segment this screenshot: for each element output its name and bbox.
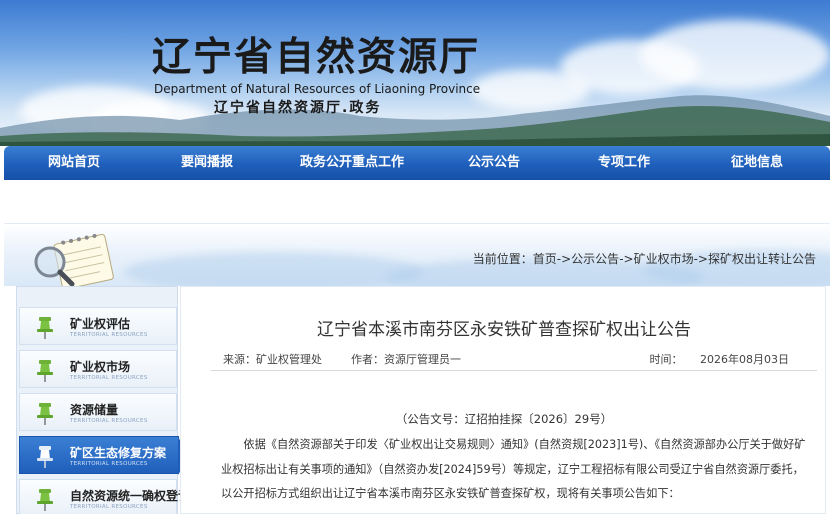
sidebar-item-sublabel: TERRITORIAL RESOURCES	[70, 332, 148, 338]
article-source: 来源：矿业权管理处	[223, 353, 322, 366]
article-paragraph: 依据《自然资源部关于印发〈矿业权出让交易规则〉通知》(自然资规[2023]1号)…	[221, 438, 806, 500]
main-nav: 网站首页 要闻播报 政务公开重点工作 公示公告 专项工作 征地信息	[4, 146, 830, 180]
article-time-value: 2026年08月03日	[700, 353, 789, 366]
breadcrumb-mining-market[interactable]: 矿业权市场	[634, 252, 694, 266]
site-title-english: Department of Natural Resources of Liaon…	[154, 82, 481, 96]
pushpin-icon	[37, 403, 53, 425]
sidebar-item-label: 自然资源统一确权登记	[70, 489, 191, 503]
breadcrumb-separator: ->	[556, 252, 572, 266]
pushpin-icon	[37, 446, 53, 468]
article-time: 时间： 2026年08月03日	[650, 351, 789, 367]
nav-item-gov-affairs[interactable]: 政务公开重点工作	[270, 146, 434, 180]
site-title: 辽宁省自然资源厅	[152, 34, 481, 80]
notepad-magnifier-icon	[34, 234, 114, 290]
breadcrumb-home[interactable]: 首页	[533, 252, 557, 266]
breadcrumb-current[interactable]: 探矿权出让转让公告	[708, 252, 816, 266]
nav-item-home[interactable]: 网站首页	[4, 146, 144, 180]
pushpin-icon	[37, 489, 53, 511]
sidebar-item-label: 矿区生态修复方案	[70, 446, 167, 460]
sidebar-item-resource-reserves[interactable]: 资源储量 TERRITORIAL RESOURCES	[19, 393, 177, 431]
document-number: （公告文号：辽招拍挂探〔2026〕29号）	[395, 412, 613, 426]
sidebar-item-label: 矿业权评估	[70, 317, 131, 331]
breadcrumb: 当前位置：首页->公示公告->矿业权市场->探矿权出让转让公告	[473, 250, 816, 267]
article-author: 作者：资源厅管理员一	[351, 353, 461, 366]
breadcrumb-prefix: 当前位置：	[472, 252, 533, 266]
article-title: 辽宁省本溪市南芬区永安铁矿普查探矿权出让公告	[317, 320, 691, 340]
pushpin-icon	[37, 317, 53, 339]
article-meta: 来源：矿业权管理处 作者：资源厅管理员一 时间： 2026年08月03日	[211, 343, 817, 371]
site-subtitle: 辽宁省自然资源厅.政务	[214, 100, 382, 116]
sidebar-item-mining-right-evaluation[interactable]: 矿业权评估 TERRITORIAL RESOURCES	[19, 307, 177, 345]
nav-item-land-info[interactable]: 征地信息	[694, 146, 820, 180]
sidebar-item-ecological-restoration[interactable]: 矿区生态修复方案 TERRITORIAL RESOURCES	[19, 436, 190, 475]
sidebar-item-sublabel: TERRITORIAL RESOURCES	[70, 461, 148, 467]
sub-nav-strip	[4, 180, 830, 224]
article-time-label: 时间：	[649, 353, 683, 366]
article-panel: 辽宁省本溪市南芬区永安铁矿普查探矿权出让公告 来源：矿业权管理处 作者：资源厅管…	[180, 286, 826, 514]
sidebar-item-sublabel: TERRITORIAL RESOURCES	[70, 375, 148, 381]
pushpin-icon	[37, 360, 53, 382]
sidebar-item-label: 矿业权市场	[70, 360, 131, 374]
breadcrumb-announcements[interactable]: 公示公告	[571, 252, 619, 266]
sidebar-item-sublabel: TERRITORIAL RESOURCES	[70, 504, 148, 510]
header-banner: 辽宁省自然资源厅 Department of Natural Resources…	[0, 0, 830, 146]
breadcrumb-separator: ->	[619, 252, 634, 266]
nav-item-special-work[interactable]: 专项工作	[554, 146, 694, 180]
sidebar-item-mining-market[interactable]: 矿业权市场 TERRITORIAL RESOURCES	[19, 350, 177, 388]
breadcrumb-separator: ->	[693, 252, 708, 266]
sidebar: 矿业权评估 TERRITORIAL RESOURCES 矿业权市场 TERRIT…	[16, 286, 190, 514]
nav-item-announcements[interactable]: 公示公告	[434, 146, 554, 180]
sidebar-item-label: 资源储量	[70, 403, 119, 417]
sidebar-item-rights-registration[interactable]: 自然资源统一确权登记 TERRITORIAL RESOURCES	[19, 479, 190, 514]
sidebar-item-sublabel: TERRITORIAL RESOURCES	[70, 418, 148, 424]
nav-item-news[interactable]: 要闻播报	[144, 146, 270, 180]
